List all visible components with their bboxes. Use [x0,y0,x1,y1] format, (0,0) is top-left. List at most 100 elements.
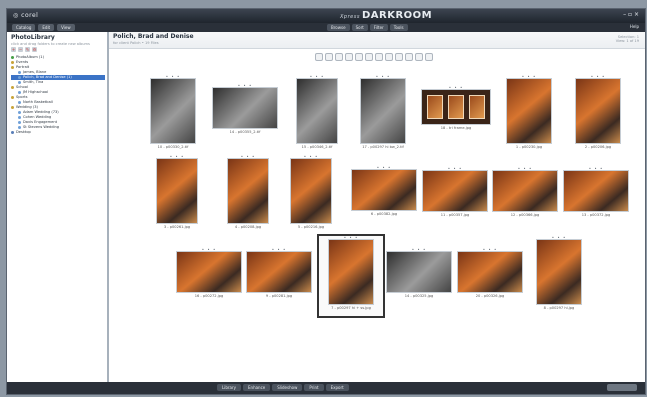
menu-edit-button[interactable]: Edit [38,24,55,31]
photo-image [458,252,522,292]
tree-item-label: School [16,85,28,89]
photo-thumbnail[interactable]: • • • 6 - p00382.jpg [352,165,416,218]
flag-icon[interactable] [395,53,403,61]
mode-tab-enhance[interactable]: Enhance [243,384,271,391]
folder-icon [11,95,14,99]
photo-thumbnail[interactable]: • • • 20 - p00326.jpg [458,247,522,300]
photo-image [387,252,451,292]
menu-center: Browse Sort Filter Tools [327,24,408,31]
share-icon[interactable] [425,53,433,61]
tree-item-label: Davis Engagement [23,120,58,124]
photo-thumbnail[interactable]: • • • 12 - p00366.jpg [493,166,557,219]
album-title: Polich, Brad and Denise [113,33,194,40]
menu-left: Catalog Edit View [12,24,75,31]
grid-view-icon[interactable] [355,53,363,61]
folder-tree: PhotoAlbum (1) Events Portrait James, Blane… [11,55,105,135]
photo-filename: 18 - tri frame.jpg [440,126,472,130]
photo-thumbnail[interactable]: • • • 5 - p00216.jpg [291,154,331,231]
photo-image [228,159,268,223]
tree-item-label: PhotoAlbum (1) [16,55,45,59]
photo-thumbnail[interactable]: • • • 1 - p00230.jpg [507,74,551,151]
mode-tabs: Library Enhance Slideshow Print Export [217,384,349,391]
photo-filename: 3 - p00261.jpg [163,225,191,229]
photo-thumbnail[interactable]: • • • 14 - p00325.jpg [387,247,451,300]
tab-tools[interactable]: Tools [389,24,408,31]
photo-filename: 7 - p00297 hi + ss.jpg [331,306,371,310]
photo-thumbnail[interactable]: • • • 17 - p00297 hi bw_2.tif [361,74,405,151]
photo-filename: 17 - p00297 hi bw_2.tif [362,145,404,149]
folder-icon [18,70,21,74]
photo-image [177,252,241,292]
sidebar-toolbar: + − ✎ ⚙ [11,47,37,52]
menu-view-button[interactable]: View [57,24,75,31]
brand-name: DARKROOM [361,10,433,21]
mode-tab-library[interactable]: Library [217,384,241,391]
folder-icon [18,75,21,79]
tree-item-label: St Stevens Wedding [23,125,60,129]
menu-catalog-button[interactable]: Catalog [12,24,36,31]
photo-thumbnail[interactable]: • • • 9 - p00281.jpg [247,247,311,300]
zoom-out-icon[interactable] [345,53,353,61]
photo-filename: 9 - p00281.jpg [265,294,293,298]
rating-icon[interactable] [385,53,393,61]
folder-icon [18,80,21,84]
photo-thumbnail[interactable]: • • • 4 - p00208.jpg [228,154,268,231]
app-logo: ◎ corel [13,12,39,19]
photo-thumbnail[interactable]: • • • 2 - p00206.jpg [576,74,620,151]
photo-thumbnail[interactable]: • • • 15 - p00346_2.tif [297,74,337,151]
mode-tab-export[interactable]: Export [325,384,349,391]
photo-thumbnail[interactable]: • • • 8 - p00297 hi.jpg [537,235,581,312]
folder-icon [11,105,14,109]
folder-icon [11,85,14,89]
photo-filename: 5 - p00216.jpg [297,225,325,229]
selection-info: Selection: 1 View: 1 of 19 [616,35,639,43]
tree-item-label: Wedding (3) [16,105,38,109]
photo-filename: 1 - p00230.jpg [515,145,543,149]
folder-icon [18,100,21,104]
photo-filename: 8 - p00297 hi.jpg [543,306,575,310]
photo-thumbnail[interactable]: • • • 3 - p00261.jpg [157,154,197,231]
delete-icon[interactable] [405,53,413,61]
delete-album-icon[interactable]: − [18,47,23,52]
tree-item-label: Events [16,60,29,64]
tree-item-label: Desktop [16,130,31,134]
window-controls[interactable]: – ▫ × [623,11,639,18]
photo-thumbnail[interactable]: • • • 16 - p00272.jpg [177,247,241,300]
folder-icon [11,65,14,69]
photo-image [151,79,195,143]
photo-thumbnail[interactable]: • • • 18 - tri frame.jpg [422,85,490,132]
photo-thumbnail[interactable]: • • • 7 - p00297 hi + ss.jpg [317,234,385,318]
tab-filter[interactable]: Filter [369,24,388,31]
status-indicator [607,384,637,391]
tree-item-label: Smith, Tina [23,80,44,84]
settings-icon[interactable]: ⚙ [32,47,37,52]
photo-thumbnail[interactable]: • • • 14 - p00355_2.tif [213,83,277,136]
folder-icon [11,55,14,59]
photo-image [361,79,405,143]
photo-filename: 14 - p00355_2.tif [229,130,261,134]
tree-item[interactable]: Desktop [11,130,105,135]
menu-help[interactable]: Help [630,24,639,29]
edit-album-icon[interactable]: ✎ [25,47,30,52]
photo-image [291,159,331,223]
photo-thumbnail[interactable]: • • • 13 - p00372.jpg [564,166,628,219]
photo-filename: 4 - p00208.jpg [234,225,262,229]
mode-tab-slideshow[interactable]: Slideshow [272,384,303,391]
zoom-in-icon[interactable] [335,53,343,61]
tab-sort[interactable]: Sort [351,24,368,31]
photo-filename: 2 - p00206.jpg [584,145,612,149]
add-album-icon[interactable]: + [11,47,16,52]
compare-icon[interactable] [375,53,383,61]
list-view-icon[interactable] [365,53,373,61]
photo-thumbnail[interactable]: • • • 11 - p00357.jpg [423,166,487,219]
photo-thumbnail[interactable]: • • • 10 - p00330_2.tif [151,74,195,151]
folder-icon [18,90,21,94]
folder-icon [11,60,14,64]
mode-tab-print[interactable]: Print [304,384,324,391]
tab-browse[interactable]: Browse [327,24,350,31]
sidebar-title: PhotoLibrary [11,34,55,41]
rotate-right-icon[interactable] [325,53,333,61]
email-icon[interactable] [415,53,423,61]
rotate-left-icon[interactable] [315,53,323,61]
album-subtitle: for client Polich • 19 Files [113,41,159,45]
